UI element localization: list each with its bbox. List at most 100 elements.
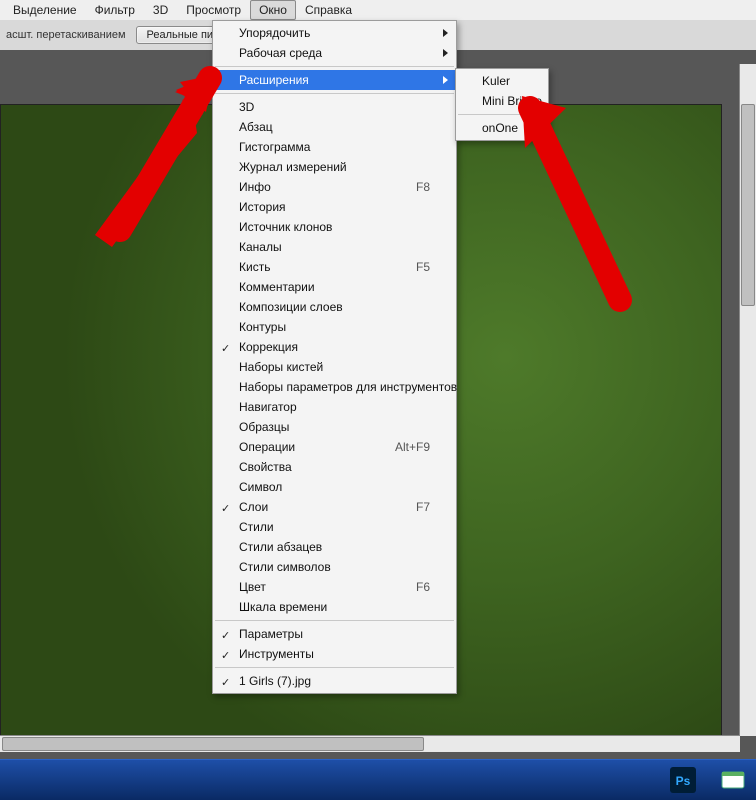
vertical-scrollbar[interactable] — [739, 64, 756, 736]
window-menu-separator — [215, 620, 454, 621]
menu-filter[interactable]: Фильтр — [86, 0, 144, 20]
window-menu-label: Наборы параметров для инструментов — [239, 380, 457, 394]
window-menu-item[interactable]: Каналы — [213, 237, 456, 257]
window-menu-item[interactable]: ✓ Коррекция — [213, 337, 456, 357]
window-menu-item[interactable]: Инфо F8 — [213, 177, 456, 197]
menu-selection[interactable]: Выделение — [4, 0, 86, 20]
window-menu-label: Композиции слоев — [239, 300, 430, 314]
window-menu-label: Источник клонов — [239, 220, 430, 234]
window-menu-item[interactable]: Наборы кистей — [213, 357, 456, 377]
drag-scale-label: асшт. перетаскиванием — [2, 29, 130, 41]
menu-view[interactable]: Просмотр — [177, 0, 250, 20]
ext-menu-separator — [458, 114, 546, 115]
shortcut-label: F6 — [416, 580, 430, 594]
window-menu-item[interactable]: ✓ Слои F7 — [213, 497, 456, 517]
window-menu-item[interactable]: Навигатор — [213, 397, 456, 417]
window-menu-label: Операции — [239, 440, 365, 454]
check-icon: ✓ — [221, 342, 230, 355]
window-menu-label: Слои — [239, 500, 386, 514]
window-menu-label: 1 Girls (7).jpg — [239, 674, 430, 688]
check-icon: ✓ — [221, 502, 230, 515]
window-menu-item[interactable]: Расширения — [213, 70, 456, 90]
window-menu-separator — [215, 93, 454, 94]
window-menu-item[interactable]: Рабочая среда — [213, 43, 456, 63]
window-menu-item[interactable]: Источник клонов — [213, 217, 456, 237]
window-menu-label: Стили — [239, 520, 430, 534]
window-menu-item[interactable]: Стили символов — [213, 557, 456, 577]
window-menu: Упорядочить Рабочая среда Расширения 3D Абза… — [212, 20, 457, 694]
window-menu-label: Контуры — [239, 320, 430, 334]
menubar: Выделение Фильтр 3D Просмотр Окно Справк… — [0, 0, 756, 21]
window-menu-label: Навигатор — [239, 400, 430, 414]
horizontal-scrollbar[interactable] — [0, 735, 740, 752]
window-menu-label: Параметры — [239, 627, 430, 641]
window-menu-label: Кисть — [239, 260, 386, 274]
window-menu-label: Каналы — [239, 240, 430, 254]
window-menu-item[interactable]: Свойства — [213, 457, 456, 477]
window-menu-label: Журнал измерений — [239, 160, 430, 174]
window-menu-item[interactable]: Операции Alt+F9 — [213, 437, 456, 457]
window-menu-label: Гистограмма — [239, 140, 430, 154]
window-menu-item[interactable]: Журнал измерений — [213, 157, 456, 177]
window-menu-label: Стили символов — [239, 560, 430, 574]
window-menu-label: Инструменты — [239, 647, 430, 661]
window-menu-item[interactable]: ✓ Инструменты — [213, 644, 456, 664]
window-menu-label: Абзац — [239, 120, 430, 134]
window-menu-item[interactable]: Комментарии — [213, 277, 456, 297]
window-menu-label: Инфо — [239, 180, 386, 194]
hscroll-thumb[interactable] — [2, 737, 424, 751]
extensions-submenu: KulerMini Bridge onOne — [455, 68, 549, 141]
task-photoshop[interactable]: Ps — [660, 765, 706, 795]
task-icon-4[interactable] — [710, 765, 756, 795]
menu-help[interactable]: Справка — [296, 0, 361, 20]
check-icon: ✓ — [221, 676, 230, 689]
window-menu-label: История — [239, 200, 430, 214]
window-menu-item[interactable]: История — [213, 197, 456, 217]
window-menu-item[interactable]: 3D — [213, 97, 456, 117]
window-menu-item[interactable]: Стили абзацев — [213, 537, 456, 557]
svg-text:Ps: Ps — [676, 774, 691, 788]
ext-menu-item[interactable]: Kuler — [456, 71, 548, 91]
window-menu-item[interactable]: Контуры — [213, 317, 456, 337]
window-menu-item[interactable]: Стили — [213, 517, 456, 537]
window-menu-item[interactable]: Абзац — [213, 117, 456, 137]
ext-menu-item[interactable]: Mini Bridge — [456, 91, 548, 111]
window-menu-item[interactable]: Образцы — [213, 417, 456, 437]
task-icon-1[interactable] — [4, 765, 50, 795]
menu-window[interactable]: Окно — [250, 0, 296, 20]
window-menu-item[interactable]: ✓ Параметры — [213, 624, 456, 644]
window-menu-item[interactable]: Шкала времени — [213, 597, 456, 617]
window-menu-item[interactable]: Композиции слоев — [213, 297, 456, 317]
submenu-arrow-icon — [443, 49, 448, 57]
shortcut-label: Alt+F9 — [395, 440, 430, 454]
window-menu-item[interactable]: Кисть F5 — [213, 257, 456, 277]
window-menu-label: Наборы кистей — [239, 360, 430, 374]
window-menu-label: Цвет — [239, 580, 386, 594]
window-menu-label: Упорядочить — [239, 26, 430, 40]
task-icon-2[interactable] — [54, 765, 100, 795]
check-icon: ✓ — [221, 629, 230, 642]
window-menu-item[interactable]: Цвет F6 — [213, 577, 456, 597]
window-menu-label: Символ — [239, 480, 430, 494]
shortcut-label: F5 — [416, 260, 430, 274]
window-menu-item[interactable]: Наборы параметров для инструментов — [213, 377, 456, 397]
vscroll-thumb[interactable] — [741, 104, 755, 306]
window-menu-separator — [215, 66, 454, 67]
window-menu-label: Стили абзацев — [239, 540, 430, 554]
shortcut-label: F7 — [416, 500, 430, 514]
window-menu-label: Свойства — [239, 460, 430, 474]
window-menu-item[interactable]: ✓ 1 Girls (7).jpg — [213, 671, 456, 691]
check-icon: ✓ — [221, 649, 230, 662]
submenu-arrow-icon — [443, 29, 448, 37]
menu-3d[interactable]: 3D — [144, 0, 177, 20]
window-menu-separator — [215, 667, 454, 668]
window-menu-item[interactable]: Символ — [213, 477, 456, 497]
ext-menu-item[interactable]: onOne — [456, 118, 548, 138]
window-menu-item[interactable]: Упорядочить — [213, 23, 456, 43]
window-menu-label: Шкала времени — [239, 600, 430, 614]
shortcut-label: F8 — [416, 180, 430, 194]
window-menu-label: Коррекция — [239, 340, 430, 354]
ext-menu-label: onOne — [482, 121, 522, 135]
submenu-arrow-icon — [443, 76, 448, 84]
window-menu-item[interactable]: Гистограмма — [213, 137, 456, 157]
